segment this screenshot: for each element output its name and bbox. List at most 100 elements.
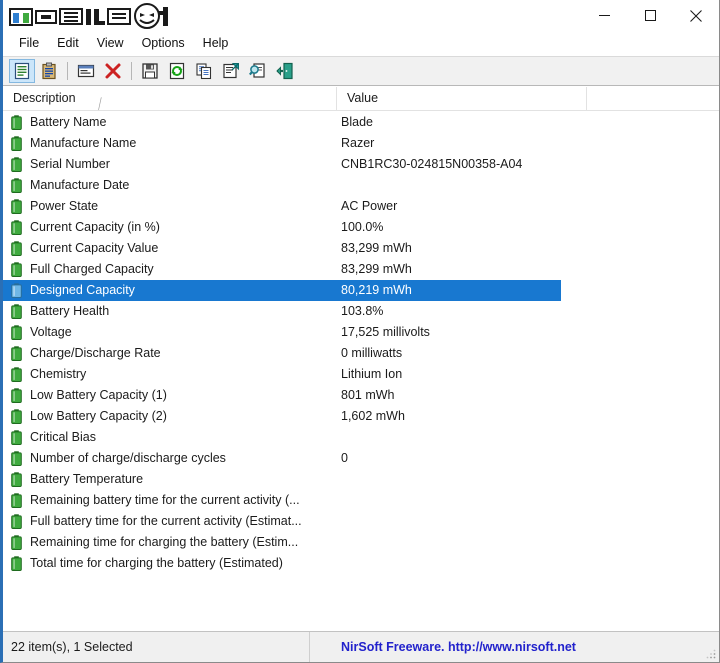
save-button[interactable] xyxy=(137,59,163,83)
menu-bar: File Edit View Options Help xyxy=(3,31,719,55)
copy-button[interactable] xyxy=(191,59,217,83)
cell-value: 17,525 millivolts xyxy=(341,325,430,339)
cell-value: Blade xyxy=(341,115,373,129)
cell-description: Manufacture Name xyxy=(30,136,137,150)
listview-header: Description ╱ Value xyxy=(3,87,719,111)
battery-icon xyxy=(11,556,22,571)
cell-value: AC Power xyxy=(341,199,398,213)
battery-icon xyxy=(11,472,22,487)
table-row[interactable]: Low Battery Capacity (2) 1,602 mWh xyxy=(3,406,719,427)
html-report-button[interactable] xyxy=(73,59,99,83)
column-header-filler xyxy=(587,87,719,110)
table-row[interactable]: Designed Capacity 80,219 mWh xyxy=(3,280,719,301)
find-button[interactable] xyxy=(245,59,271,83)
toolbar-separator-1 xyxy=(67,62,68,80)
close-button[interactable] xyxy=(673,0,719,31)
table-row[interactable]: Battery Health 103.8% xyxy=(3,301,719,322)
battery-icon xyxy=(11,535,22,550)
table-row[interactable]: Current Capacity Value 83,299 mWh xyxy=(3,238,719,259)
column-header-description[interactable]: Description ╱ xyxy=(3,87,337,111)
table-row[interactable]: Charge/Discharge Rate 0 milliwatts xyxy=(3,343,719,364)
table-row[interactable]: Remaining battery time for the current a… xyxy=(3,490,719,511)
properties-page-button[interactable] xyxy=(218,59,244,83)
mobile01-logo-watermark xyxy=(8,1,176,31)
delete-button[interactable] xyxy=(100,59,126,83)
refresh-button[interactable] xyxy=(164,59,190,83)
save-floppy-icon xyxy=(142,63,158,79)
cell-description: Serial Number xyxy=(30,157,110,171)
table-row[interactable]: Chemistry Lithium Ion xyxy=(3,364,719,385)
toolbar xyxy=(3,56,719,86)
cell-description: Battery Health xyxy=(30,304,110,318)
table-row[interactable]: Manufacture Name Razer xyxy=(3,133,719,154)
cell-description: Remaining time for charging the battery … xyxy=(30,535,299,549)
cell-value: 1,602 mWh xyxy=(341,409,405,423)
maximize-icon xyxy=(644,10,656,21)
battery-icon xyxy=(11,136,22,151)
delete-red-x-icon xyxy=(105,63,121,79)
cell-description: Number of charge/discharge cycles xyxy=(30,451,226,465)
cell-description: Current Capacity Value xyxy=(30,241,159,255)
table-row[interactable]: Total time for charging the battery (Est… xyxy=(3,553,719,574)
table-row[interactable]: Full battery time for the current activi… xyxy=(3,511,719,532)
close-icon xyxy=(690,9,702,22)
cell-value: Razer xyxy=(341,136,375,150)
cell-description: Current Capacity (in %) xyxy=(30,220,160,234)
cell-description: Power State xyxy=(30,199,99,213)
table-row[interactable]: Remaining time for charging the battery … xyxy=(3,532,719,553)
cell-value: 0 xyxy=(341,451,348,465)
battery-icon xyxy=(11,514,22,529)
table-row[interactable]: Critical Bias xyxy=(3,427,719,448)
table-row[interactable]: Battery Temperature xyxy=(3,469,719,490)
minimize-button[interactable] xyxy=(581,0,627,31)
battery-info-listview[interactable]: Description ╱ Value Battery Name Blade Man… xyxy=(3,87,719,631)
status-nirsoft-link[interactable]: NirSoft Freeware. http://www.nirsoft.net xyxy=(311,632,719,662)
battery-icon xyxy=(11,241,22,256)
maximize-button[interactable] xyxy=(627,0,673,31)
battery-icon xyxy=(11,367,22,382)
resize-grip-icon[interactable] xyxy=(705,648,717,660)
html-report-icon xyxy=(77,64,95,78)
table-row[interactable]: Battery Name Blade xyxy=(3,112,719,133)
battery-icon xyxy=(11,325,22,340)
title-bar xyxy=(3,0,719,31)
table-row[interactable]: Full Charged Capacity 83,299 mWh xyxy=(3,259,719,280)
cell-value: CNB1RC30-024815N00358-A04 xyxy=(341,157,523,171)
properties-icon xyxy=(14,62,30,80)
cell-description: Voltage xyxy=(30,325,72,339)
cell-description: Full Charged Capacity xyxy=(30,262,154,276)
battery-icon xyxy=(11,430,22,445)
exit-icon xyxy=(276,62,293,80)
cell-description: Critical Bias xyxy=(30,430,96,444)
menu-item-file[interactable]: File xyxy=(10,33,48,53)
properties-button[interactable] xyxy=(9,59,35,83)
table-row[interactable]: Low Battery Capacity (1) 801 mWh xyxy=(3,385,719,406)
table-row[interactable]: Serial Number CNB1RC30-024815N00358-A04 xyxy=(3,154,719,175)
table-row[interactable]: Current Capacity (in %) 100.0% xyxy=(3,217,719,238)
table-row[interactable]: Power State AC Power xyxy=(3,196,719,217)
copy-icon xyxy=(196,63,212,80)
table-row[interactable]: Voltage 17,525 millivolts xyxy=(3,322,719,343)
battery-icon xyxy=(11,304,22,319)
status-item-count: 22 item(s), 1 Selected xyxy=(3,632,310,662)
exit-button[interactable] xyxy=(272,59,298,83)
table-row[interactable]: Number of charge/discharge cycles 0 xyxy=(3,448,719,469)
cell-value: 80,219 mWh xyxy=(341,283,412,297)
menu-item-view[interactable]: View xyxy=(88,33,133,53)
listview-rows: Battery Name Blade Manufacture Name Razer Se… xyxy=(3,111,719,574)
menu-item-help[interactable]: Help xyxy=(194,33,238,53)
column-header-value[interactable]: Value xyxy=(337,87,587,110)
properties-page-icon xyxy=(223,63,239,79)
table-row[interactable]: Manufacture Date xyxy=(3,175,719,196)
cell-description: Designed Capacity xyxy=(30,283,135,297)
menu-item-edit[interactable]: Edit xyxy=(48,33,88,53)
cell-value: Lithium Ion xyxy=(341,367,403,381)
battery-icon xyxy=(11,493,22,508)
cell-description: Charge/Discharge Rate xyxy=(30,346,161,360)
cell-value: 83,299 mWh xyxy=(341,262,412,276)
column-header-description-label: Description xyxy=(13,91,76,105)
battery-icon xyxy=(11,388,22,403)
cell-value: 0 milliwatts xyxy=(341,346,403,360)
clipboard-button[interactable] xyxy=(36,59,62,83)
menu-item-options[interactable]: Options xyxy=(133,33,194,53)
